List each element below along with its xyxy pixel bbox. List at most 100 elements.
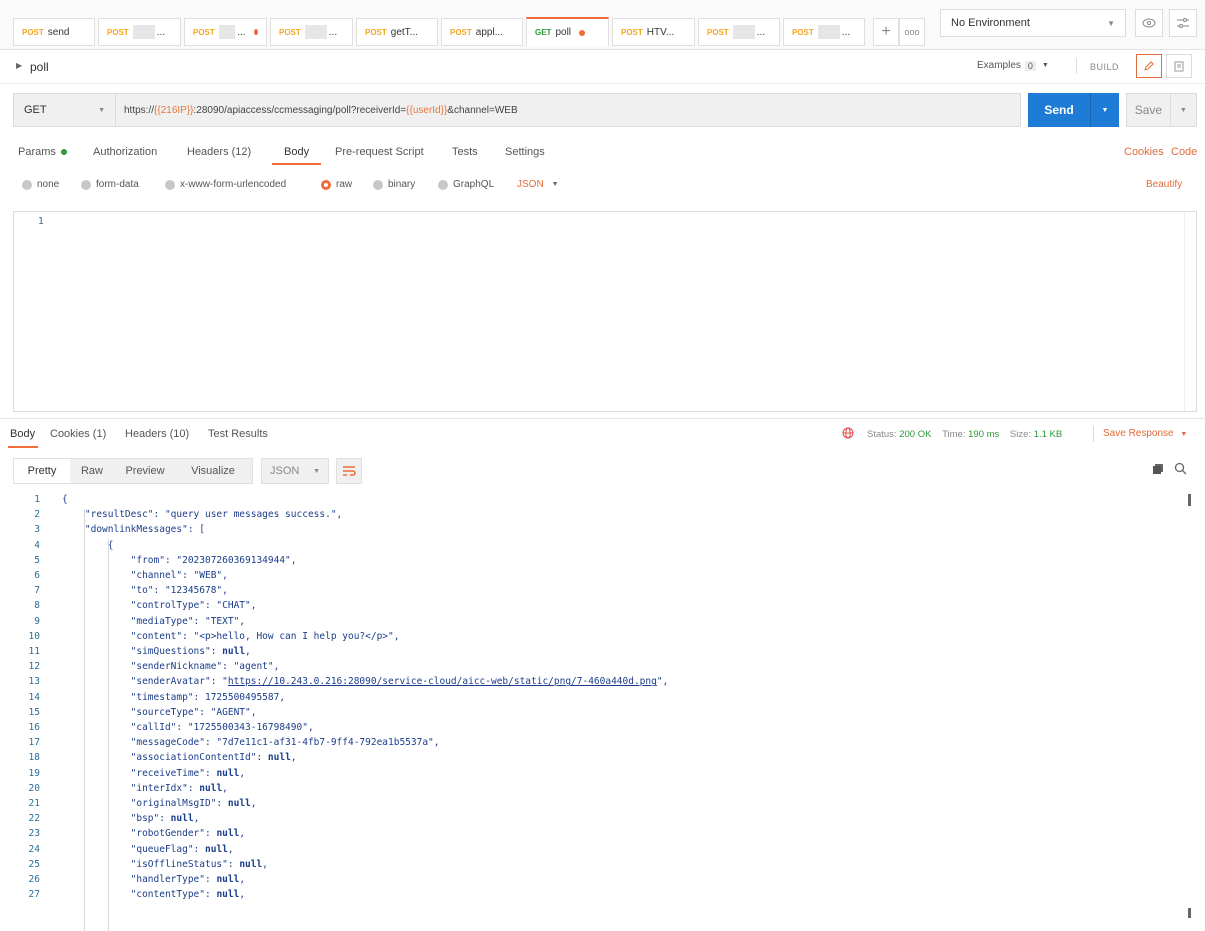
line-number: 19 — [28, 767, 40, 779]
send-button[interactable]: Send ▼ — [1028, 93, 1119, 127]
view-visualize[interactable]: Visualize — [176, 465, 250, 477]
cookies-link[interactable]: Cookies — [1124, 146, 1164, 158]
view-mode-tabs: Pretty Raw Preview Visualize — [13, 458, 253, 484]
request-tab[interactable]: POST... — [184, 18, 267, 46]
response-tab-headers[interactable]: Headers (10) — [125, 428, 189, 440]
url-link[interactable]: https://10.243.0.216:28090/service-cloud… — [228, 676, 657, 687]
response-scrollbar[interactable] — [1188, 494, 1191, 506]
documentation-icon[interactable] — [1166, 54, 1192, 78]
request-tab[interactable]: POST getT... — [356, 18, 438, 46]
response-body-viewer[interactable]: 1 {2 "resultDesc": "query user messages s… — [0, 492, 1205, 931]
view-raw[interactable]: Raw — [70, 465, 114, 477]
line-number: 7 — [34, 585, 40, 597]
eye-icon[interactable] — [1135, 9, 1163, 37]
radio-circle — [438, 179, 448, 190]
tab-headers[interactable]: Headers (12) — [187, 146, 251, 158]
save-response-button[interactable]: Save Response ▼ — [1103, 428, 1187, 439]
line-number: 2 — [34, 509, 40, 521]
edit-pencil-icon[interactable] — [1136, 54, 1162, 78]
request-name[interactable]: poll — [30, 60, 49, 74]
request-tab[interactable]: POST... — [98, 18, 181, 46]
wrap-lines-icon[interactable] — [336, 458, 362, 484]
line-number: 21 — [28, 798, 40, 809]
response-tab-cookies[interactable]: Cookies (1) — [50, 428, 106, 440]
url-variable-ip: {{216IP}} — [154, 104, 194, 116]
view-pretty[interactable]: Pretty — [14, 459, 70, 483]
code-line: "messageCode": "7d7e11c1-af31-4fb7-9ff4-… — [62, 737, 440, 748]
request-tab[interactable]: POST... — [783, 18, 865, 46]
radio-raw[interactable]: raw — [321, 179, 352, 190]
code-text: "contentType": — [62, 889, 217, 901]
tab-body[interactable]: Body — [284, 146, 309, 158]
radio-graphql[interactable]: GraphQL — [438, 179, 494, 190]
url-input[interactable]: https://{{216IP}}:28090/apiaccess/ccmess… — [115, 93, 1021, 127]
tab-params[interactable]: Params — [18, 146, 67, 158]
request-tab[interactable]: POST... — [698, 18, 780, 46]
tab-settings[interactable]: Settings — [505, 146, 545, 158]
radio-none[interactable]: none — [22, 179, 59, 190]
chevron-down-icon[interactable]: ▼ — [1171, 107, 1196, 114]
method-badge: GET — [535, 28, 552, 37]
indent-guide — [108, 539, 109, 931]
code-link[interactable]: Code — [1171, 146, 1197, 158]
code-text: "queueFlag": — [62, 843, 205, 855]
code-line: "bsp": null, — [62, 813, 200, 825]
code-text: "resultDesc": "query user messages succe… — [62, 509, 343, 521]
response-tab-test-results[interactable]: Test Results — [208, 428, 268, 440]
request-tab[interactable]: POST send — [13, 18, 95, 46]
radio-x-www-form-urlencoded[interactable]: x-www-form-urlencoded — [165, 179, 286, 190]
line-number: 12 — [28, 661, 40, 673]
response-scrollbar-bottom[interactable] — [1188, 908, 1191, 918]
code-line: "queueFlag": null, — [62, 844, 234, 855]
null-keyword: null — [216, 874, 240, 885]
chevron-down-icon[interactable]: ▼ — [1091, 107, 1119, 114]
editor-scrollbar[interactable] — [1184, 212, 1196, 411]
code-text: "sourceType": "AGENT", — [62, 706, 257, 718]
line-number: 5 — [34, 554, 40, 566]
code-text: , — [239, 828, 246, 840]
save-button[interactable]: Save ▼ — [1126, 93, 1197, 127]
code-line: "receiveTime": null, — [62, 768, 245, 779]
beautify-link[interactable]: Beautify — [1146, 179, 1182, 190]
code-line: "channel": "WEB", — [62, 570, 228, 581]
more-tabs-button[interactable]: ooo — [899, 18, 925, 46]
line-number: 23 — [28, 828, 40, 840]
response-format-select[interactable]: JSON ▼ — [261, 458, 329, 484]
caret-right-icon[interactable]: ▶ — [16, 61, 22, 70]
response-tab-body[interactable]: Body — [10, 428, 35, 440]
response-format-label: JSON — [270, 465, 300, 477]
request-tab[interactable]: POST HTV... — [612, 18, 695, 46]
request-body-editor[interactable]: 1 — [13, 211, 1197, 412]
chevron-down-icon: ▼ — [551, 181, 559, 188]
code-line: "associationContentId": null, — [62, 752, 297, 763]
line-number: 13 — [28, 676, 40, 688]
examples-count: 0 — [1024, 60, 1036, 71]
request-tab[interactable]: POST appl... — [441, 18, 523, 46]
environment-select[interactable]: No Environment ▼ — [940, 9, 1126, 37]
body-format-select[interactable]: JSON ▼ — [517, 179, 559, 190]
tab-authorization[interactable]: Authorization — [93, 146, 157, 158]
tab-headers-label: Headers (12) — [187, 146, 252, 158]
code-text: , — [262, 858, 268, 870]
redacted-block — [732, 25, 755, 39]
tab-pre-request-script[interactable]: Pre-request Script — [335, 146, 424, 158]
examples-button[interactable]: Examples 0 ▼ — [977, 60, 1049, 71]
environment-label: No Environment — [951, 17, 1030, 29]
radio-circle — [81, 179, 91, 190]
request-tab[interactable]: GET poll — [526, 17, 609, 47]
method-select[interactable]: GET ▼ — [13, 93, 116, 127]
request-tab[interactable]: POST... — [270, 18, 353, 46]
code-text: ", — [656, 676, 669, 688]
code-text: "timestamp": 1725500495587, — [62, 691, 286, 703]
copy-icon[interactable] — [1152, 463, 1164, 478]
build-label[interactable]: BUILD — [1090, 62, 1119, 72]
tab-tests[interactable]: Tests — [452, 146, 478, 158]
settings-sliders-icon[interactable] — [1169, 9, 1197, 37]
view-preview[interactable]: Preview — [114, 465, 176, 477]
code-text: , — [193, 813, 200, 825]
code-text: "controlType": "CHAT", — [62, 600, 257, 612]
new-tab-button[interactable]: + — [873, 18, 899, 46]
radio-binary[interactable]: binary — [373, 179, 415, 190]
search-icon[interactable] — [1174, 462, 1187, 478]
radio-form-data[interactable]: form-data — [81, 179, 139, 190]
